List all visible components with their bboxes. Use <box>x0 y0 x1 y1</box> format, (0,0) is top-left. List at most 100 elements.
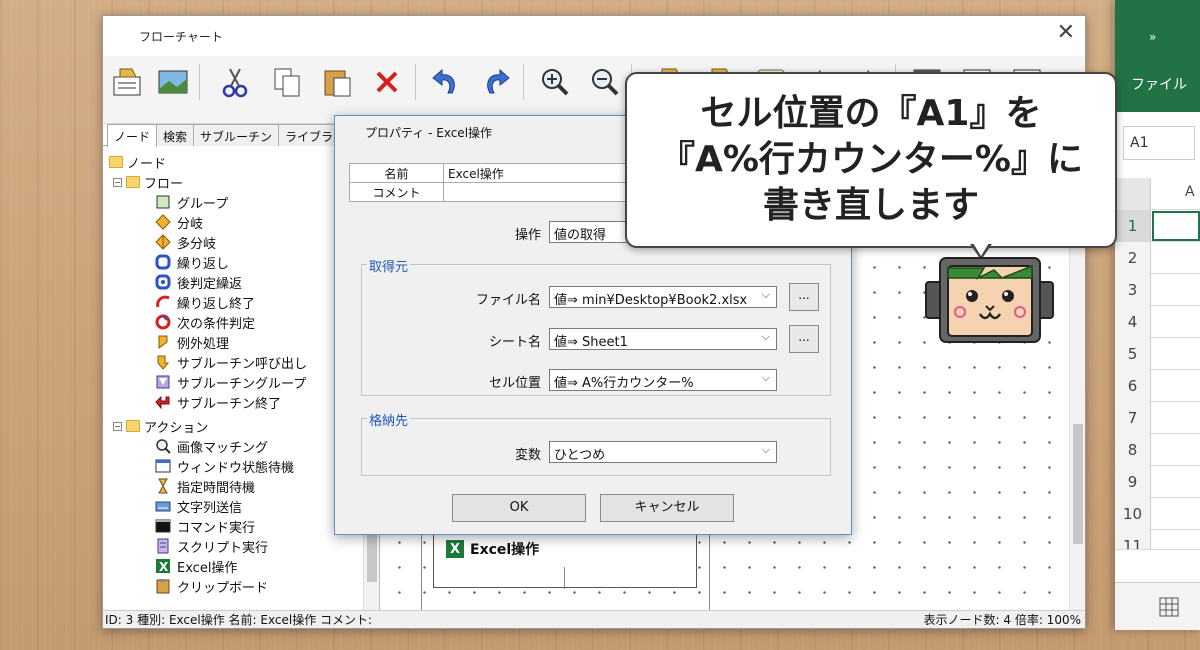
grid-view-icon[interactable] <box>1159 597 1179 617</box>
column-header-a[interactable]: A <box>1185 184 1195 200</box>
chevron-down-icon: ⌵ <box>761 371 770 384</box>
sheet-row[interactable]: 11 <box>1115 530 1200 550</box>
cell-combo[interactable]: 値⇒ A%行カウンター% ⌵ <box>549 369 777 391</box>
tree-item-label: 分岐 <box>177 216 204 232</box>
close-icon[interactable]: ✕ <box>1057 22 1075 44</box>
tree-item-loop[interactable]: 繰り返し <box>155 252 229 272</box>
dest-group-title: 格納先 <box>367 410 411 429</box>
browse-sheet-button[interactable]: ... <box>789 325 819 353</box>
svg-text:X: X <box>159 560 169 574</box>
window-title: フローチャート <box>139 30 223 44</box>
status-bar: ID: 3 種別: Excel操作 名前: Excel操作 コメント: 表示ノー… <box>103 610 1085 628</box>
tree-item-excel[interactable]: X Excel操作 <box>155 556 237 576</box>
tree-root[interactable]: ノード <box>109 152 166 172</box>
row-header[interactable]: 7 <box>1115 402 1151 434</box>
sheet-row[interactable]: 6 <box>1115 370 1200 402</box>
sheet-row[interactable]: 4 <box>1115 306 1200 338</box>
excel-operation-node[interactable]: X Excel操作 <box>433 532 697 589</box>
collapse-icon[interactable]: − <box>113 177 122 187</box>
tree-folder-action[interactable]: − アクション <box>113 416 208 436</box>
undo-icon[interactable] <box>425 62 465 102</box>
tree-item-branch[interactable]: 分岐 <box>155 212 203 232</box>
zoom-in-icon[interactable] <box>535 62 575 102</box>
tab-node[interactable]: ノード <box>107 124 158 147</box>
sheet-combo[interactable]: 値⇒ Sheet1 ⌵ <box>549 328 777 350</box>
tree-item-time-wait[interactable]: 指定時間待機 <box>155 476 255 496</box>
tree-item-image-matching[interactable]: 画像マッチング <box>155 436 268 456</box>
file-combo[interactable]: 値⇒ min¥Desktop¥Book2.xlsx ⌵ <box>549 286 777 308</box>
status-zoom: 表示ノード数: 4 倍率: 100% <box>923 613 1081 627</box>
sheet-row[interactable]: 5 <box>1115 338 1200 370</box>
sheet-row[interactable]: 7 <box>1115 402 1200 434</box>
excel-icon: X <box>446 540 464 558</box>
row-header[interactable]: 11 <box>1115 530 1151 549</box>
sheet-row[interactable]: 3 <box>1115 274 1200 306</box>
tree-item-subroutine-group[interactable]: サブルーチングループ <box>155 372 306 392</box>
tree-item-clipboard[interactable]: クリップボード <box>155 576 268 596</box>
sheet-row[interactable]: 8 <box>1115 434 1200 466</box>
image-icon[interactable] <box>153 62 193 102</box>
corner-cell[interactable] <box>1115 178 1151 210</box>
copy-icon[interactable] <box>267 62 307 102</box>
tree-item-next-condition[interactable]: 次の条件判定 <box>155 312 255 332</box>
paste-icon[interactable] <box>317 62 357 102</box>
selected-cell[interactable] <box>1152 211 1200 241</box>
tree-item-command[interactable]: コマンド実行 <box>155 516 255 536</box>
delete-icon[interactable] <box>367 62 407 102</box>
browse-file-button[interactable]: ... <box>789 283 819 311</box>
sheet-row[interactable]: 1 <box>1115 210 1200 242</box>
row-header[interactable]: 1 <box>1115 210 1151 242</box>
row-header[interactable]: 9 <box>1115 466 1151 498</box>
tree-folder-flow[interactable]: − フロー <box>113 172 183 192</box>
tree-item-label: サブルーチン終了 <box>177 396 282 412</box>
ok-button[interactable]: OK <box>452 494 586 522</box>
row-header[interactable]: 6 <box>1115 370 1151 402</box>
tree-item-exception[interactable]: 例外処理 <box>155 332 229 352</box>
tree-item-send-string[interactable]: 文字列送信 <box>155 496 242 516</box>
subroutine-call-icon <box>155 354 171 370</box>
sheet-row[interactable]: 10 <box>1115 498 1200 530</box>
tree-item-window-wait[interactable]: ウィンドウ状態待機 <box>155 456 294 476</box>
collapse-icon[interactable]: − <box>113 421 122 431</box>
tree-item-script[interactable]: スクリプト実行 <box>155 536 268 556</box>
tab-library[interactable]: ライブラ <box>278 124 341 146</box>
row-header[interactable]: 4 <box>1115 306 1151 338</box>
subroutine-end-icon <box>155 394 171 410</box>
tree-item-post-loop[interactable]: 後判定繰返 <box>155 272 242 292</box>
row-header[interactable]: 3 <box>1115 274 1151 306</box>
row-header[interactable]: 5 <box>1115 338 1151 370</box>
name-box[interactable]: A1 <box>1123 126 1195 160</box>
bubble-line-2: 『A%行カウンター%』に <box>658 139 1083 180</box>
properties-icon[interactable] <box>107 62 147 102</box>
sheet-row[interactable]: 2 <box>1115 242 1200 274</box>
row-header[interactable]: 10 <box>1115 498 1151 530</box>
variable-value: ひとつめ <box>554 448 606 463</box>
tab-search[interactable]: 検索 <box>156 124 195 146</box>
row-header[interactable]: 8 <box>1115 434 1151 466</box>
bubble-line-1: セル位置の『A1』を <box>700 93 1042 134</box>
toolbar-separator <box>199 64 200 100</box>
tree-item-label: 指定時間待機 <box>177 480 256 496</box>
zoom-out-icon[interactable] <box>585 62 625 102</box>
tree-item-label: 多分岐 <box>177 236 217 252</box>
redo-icon[interactable] <box>477 62 517 102</box>
tree-item-subroutine-end[interactable]: サブルーチン終了 <box>155 392 281 412</box>
tree-item-multi-branch[interactable]: 多分岐 <box>155 232 216 252</box>
multi-branch-icon <box>155 234 171 250</box>
cut-icon[interactable] <box>215 62 255 102</box>
cancel-button[interactable]: キャンセル <box>600 494 734 522</box>
tree-item-subroutine-call[interactable]: サブルーチン呼び出し <box>155 352 307 372</box>
scrollbar-thumb[interactable] <box>1073 424 1083 544</box>
tree-item-group[interactable]: グループ <box>155 192 228 212</box>
row-header[interactable]: 2 <box>1115 242 1151 274</box>
file-tab[interactable]: ファイル <box>1131 74 1187 94</box>
tab-subroutine[interactable]: サブルーチン <box>193 124 280 146</box>
tree-item-label: サブルーチングループ <box>177 376 307 392</box>
tree-item-label: 文字列送信 <box>177 500 243 516</box>
variable-combo[interactable]: ひとつめ ⌵ <box>549 441 777 463</box>
file-label: ファイル名 <box>475 293 541 308</box>
tree-item-loop-end[interactable]: 繰り返し終了 <box>155 292 255 312</box>
sheet-row[interactable]: 9 <box>1115 466 1200 498</box>
ribbon-expand-icon[interactable]: » <box>1149 30 1156 44</box>
title-bar: フローチャート ✕ <box>103 16 1085 56</box>
